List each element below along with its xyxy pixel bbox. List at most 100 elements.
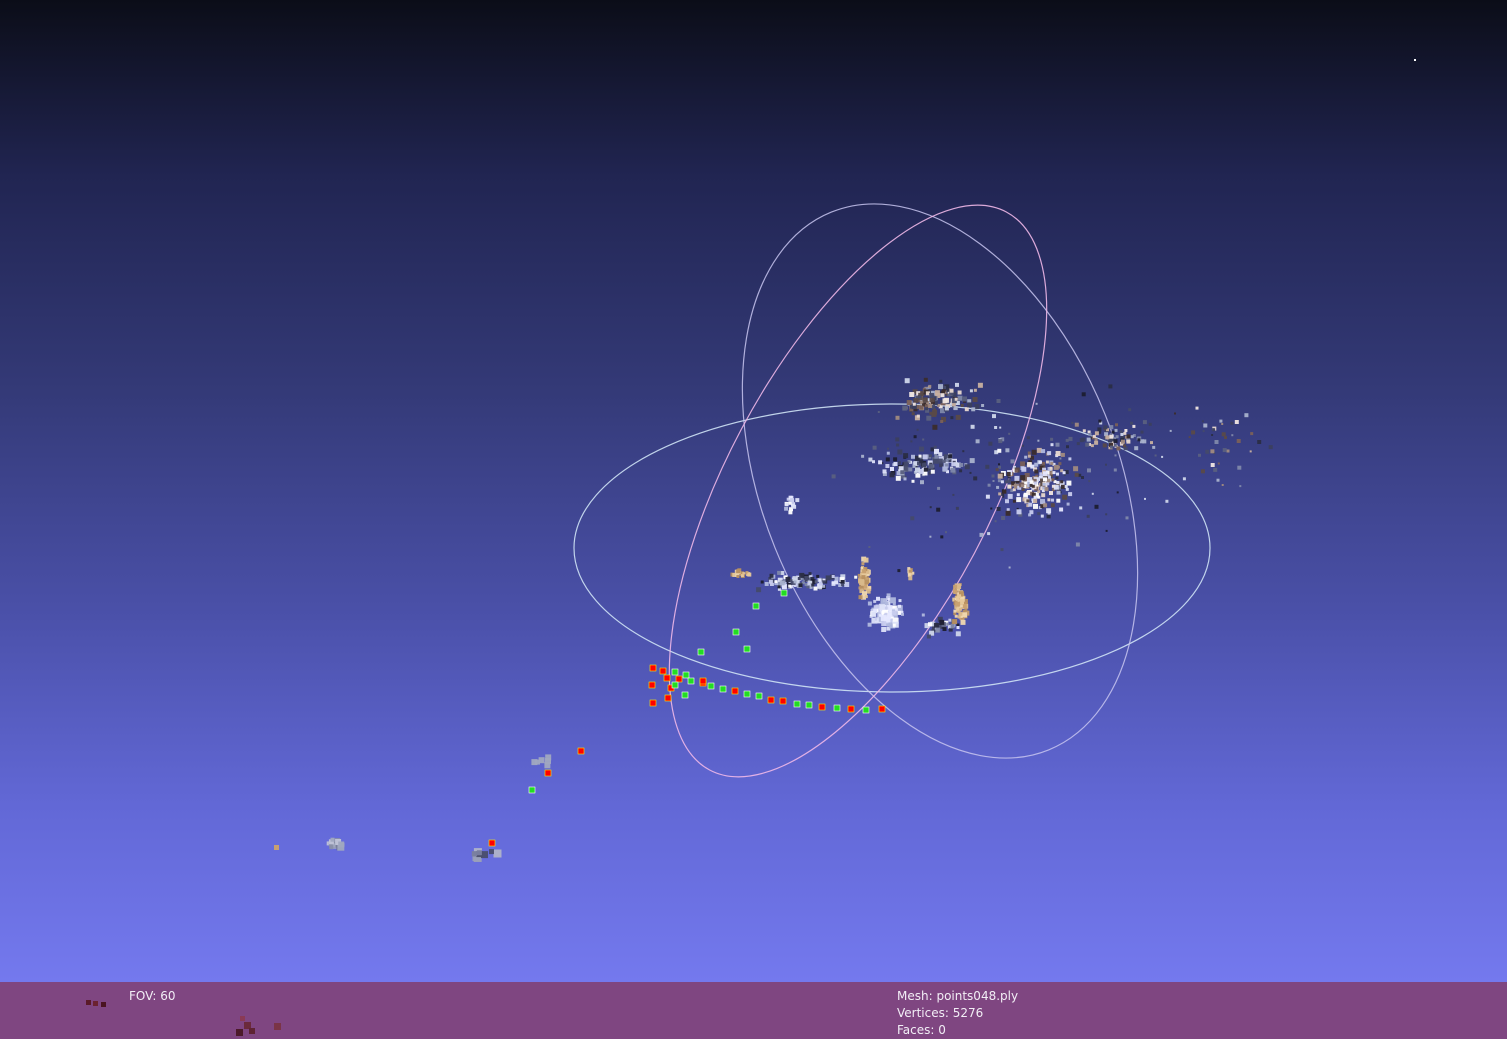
cloud-point: [1043, 477, 1047, 482]
cloud-point: [1000, 548, 1004, 552]
camera-marker: [719, 685, 727, 693]
cloud-point: [885, 457, 890, 462]
cloud-point: [1001, 516, 1006, 520]
cloud-point: [909, 392, 915, 397]
cloud-point: [1088, 432, 1092, 436]
cloud-point: [1033, 495, 1037, 499]
cloud-point: [934, 390, 940, 396]
cloud-point: [472, 851, 478, 857]
cloud-point: [994, 426, 998, 429]
camera-marker: [767, 696, 775, 704]
cloud-point: [747, 572, 752, 577]
cloud-point: [831, 575, 835, 578]
trackball-gizmo: [573, 203, 1211, 778]
cloud-point: [1165, 499, 1169, 503]
cloud-point: [956, 626, 960, 629]
cloud-point: [1043, 503, 1048, 508]
cloud-point: [988, 441, 993, 446]
mesh-name: Mesh: points048.ply: [897, 989, 1019, 1003]
3d-viewport[interactable]: [0, 0, 1507, 982]
camera-marker: [659, 667, 667, 675]
cloud-point: [1034, 462, 1039, 467]
cloud-point: [1087, 468, 1091, 473]
cloud-point: [876, 596, 880, 601]
cloud-point: [1010, 459, 1015, 464]
cloud-point: [964, 464, 970, 470]
cloud-point: [1105, 435, 1110, 440]
bar-point: [93, 1001, 98, 1006]
cloud-point: [854, 575, 858, 579]
cloud-point: [1041, 449, 1046, 454]
cloud-point: [949, 388, 954, 393]
cloud-point: [959, 463, 964, 467]
cloud-point: [922, 397, 928, 403]
cloud-point: [962, 450, 965, 453]
cloud-point: [1094, 440, 1099, 445]
cloud-point: [964, 608, 968, 612]
camera-marker: [682, 671, 690, 679]
bar-point: [244, 1022, 251, 1029]
cloud-point: [886, 615, 891, 620]
cloud-point: [785, 503, 789, 507]
cloud-point: [1016, 497, 1022, 503]
vertex-count: Vertices: 5276: [897, 1006, 984, 1020]
cloud-point: [1137, 438, 1141, 442]
cloud-point: [1066, 480, 1072, 486]
cloud-point: [1051, 484, 1055, 488]
cloud-point: [798, 583, 803, 588]
camera-marker: [577, 747, 585, 755]
cloud-point: [1125, 516, 1129, 520]
cloud-point: [925, 407, 929, 411]
cloud-point: [938, 452, 943, 457]
cloud-point: [1050, 437, 1054, 441]
cloud-point: [911, 454, 915, 459]
cloud-point: [1020, 475, 1026, 481]
cloud-point: [1049, 466, 1053, 470]
cloud-point: [921, 613, 925, 617]
cloud-point: [1016, 493, 1020, 497]
cloud-point: [1021, 466, 1027, 472]
cloud-point: [1250, 432, 1254, 436]
cloud-point: [975, 439, 980, 444]
cloud-point: [950, 467, 956, 473]
cloud-point: [1026, 436, 1030, 440]
cloud-point: [928, 463, 934, 469]
cloud-point: [943, 454, 948, 459]
cloud-point: [1034, 469, 1039, 474]
cloud-point: [903, 477, 907, 481]
cloud-point: [1046, 482, 1050, 486]
cloud-point: [871, 611, 877, 617]
cloud-point: [1052, 471, 1056, 475]
cloud-point: [1111, 430, 1115, 434]
camera-marker: [649, 664, 657, 672]
cloud-point: [873, 599, 877, 603]
cloud-point: [863, 557, 869, 563]
camera-marker: [699, 677, 707, 685]
cloud-point: [996, 485, 1000, 489]
camera-marker: [528, 786, 536, 794]
cloud-point: [1081, 476, 1084, 479]
cloud-point: [1076, 442, 1080, 446]
cloud-point: [1024, 455, 1028, 459]
cloud-point: [915, 467, 920, 473]
cloud-point: [954, 614, 958, 618]
cloud-point: [1059, 457, 1062, 460]
cloud-point: [967, 402, 973, 408]
cloud-point: [987, 483, 991, 487]
cloud-point: [1191, 430, 1196, 435]
cloud-point: [1037, 512, 1041, 516]
bar-point: [86, 1000, 91, 1005]
cloud-point: [944, 406, 949, 411]
cloud-point: [1221, 432, 1226, 437]
cloud-point: [1056, 472, 1059, 476]
cloud-point: [804, 576, 809, 580]
face-count: Faces: 0: [897, 1023, 946, 1037]
cloud-point: [1033, 503, 1038, 509]
cloud-point: [1035, 402, 1038, 405]
cloud-point: [1012, 499, 1016, 503]
cloud-point: [987, 532, 991, 536]
cloud-point: [1041, 493, 1046, 498]
cloud-point: [1201, 420, 1204, 423]
cloud-point: [1021, 488, 1025, 491]
cloud-point: [831, 581, 835, 585]
